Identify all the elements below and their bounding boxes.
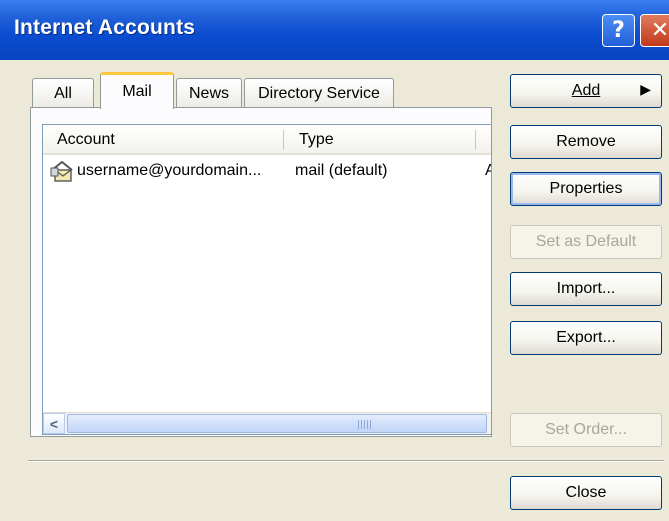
close-icon[interactable]: ✕ xyxy=(640,14,669,47)
mail-account-icon xyxy=(50,160,73,182)
grip-icon xyxy=(358,420,372,429)
add-button[interactable]: Add ▶ xyxy=(510,74,662,108)
account-extra: A xyxy=(485,162,491,180)
tab-directory-service-label: Directory Service xyxy=(258,84,380,102)
tab-all-label: All xyxy=(54,84,72,102)
set-as-default-button: Set as Default xyxy=(510,225,662,259)
tab-all[interactable]: All xyxy=(32,78,94,108)
tab-directory-service[interactable]: Directory Service xyxy=(244,78,394,108)
column-divider[interactable] xyxy=(283,130,284,150)
horizontal-scrollbar[interactable]: < xyxy=(43,412,491,434)
tab-news-label: News xyxy=(188,84,229,102)
export-button[interactable]: Export... xyxy=(510,321,662,355)
help-icon[interactable]: ? xyxy=(602,14,635,47)
close-button[interactable]: Close xyxy=(510,476,662,510)
tab-news[interactable]: News xyxy=(176,78,242,108)
scroll-left-icon[interactable]: < xyxy=(43,413,65,434)
remove-button[interactable]: Remove xyxy=(510,125,662,159)
tab-mail[interactable]: Mail xyxy=(100,72,174,109)
scrollbar-thumb[interactable] xyxy=(67,414,487,433)
window-title: Internet Accounts xyxy=(14,16,196,39)
column-header-account[interactable]: Account xyxy=(43,125,283,155)
accounts-list[interactable]: Account Type username@yourdomain... mail… xyxy=(42,124,492,435)
table-row[interactable]: username@yourdomain... mail (default) A xyxy=(43,158,491,186)
column-header-type[interactable]: Type xyxy=(285,125,475,155)
set-order-button: Set Order... xyxy=(510,413,662,447)
tab-mail-label: Mail xyxy=(122,83,152,100)
arrow-right-icon: ▶ xyxy=(640,81,651,97)
list-header: Account Type xyxy=(43,125,491,155)
title-bar[interactable]: Internet Accounts ? ✕ xyxy=(0,0,669,60)
account-name: username@yourdomain... xyxy=(77,162,262,179)
column-divider[interactable] xyxy=(475,130,476,150)
properties-button[interactable]: Properties xyxy=(510,172,662,206)
account-type: mail (default) xyxy=(295,162,388,179)
separator xyxy=(28,460,664,462)
import-button[interactable]: Import... xyxy=(510,272,662,306)
